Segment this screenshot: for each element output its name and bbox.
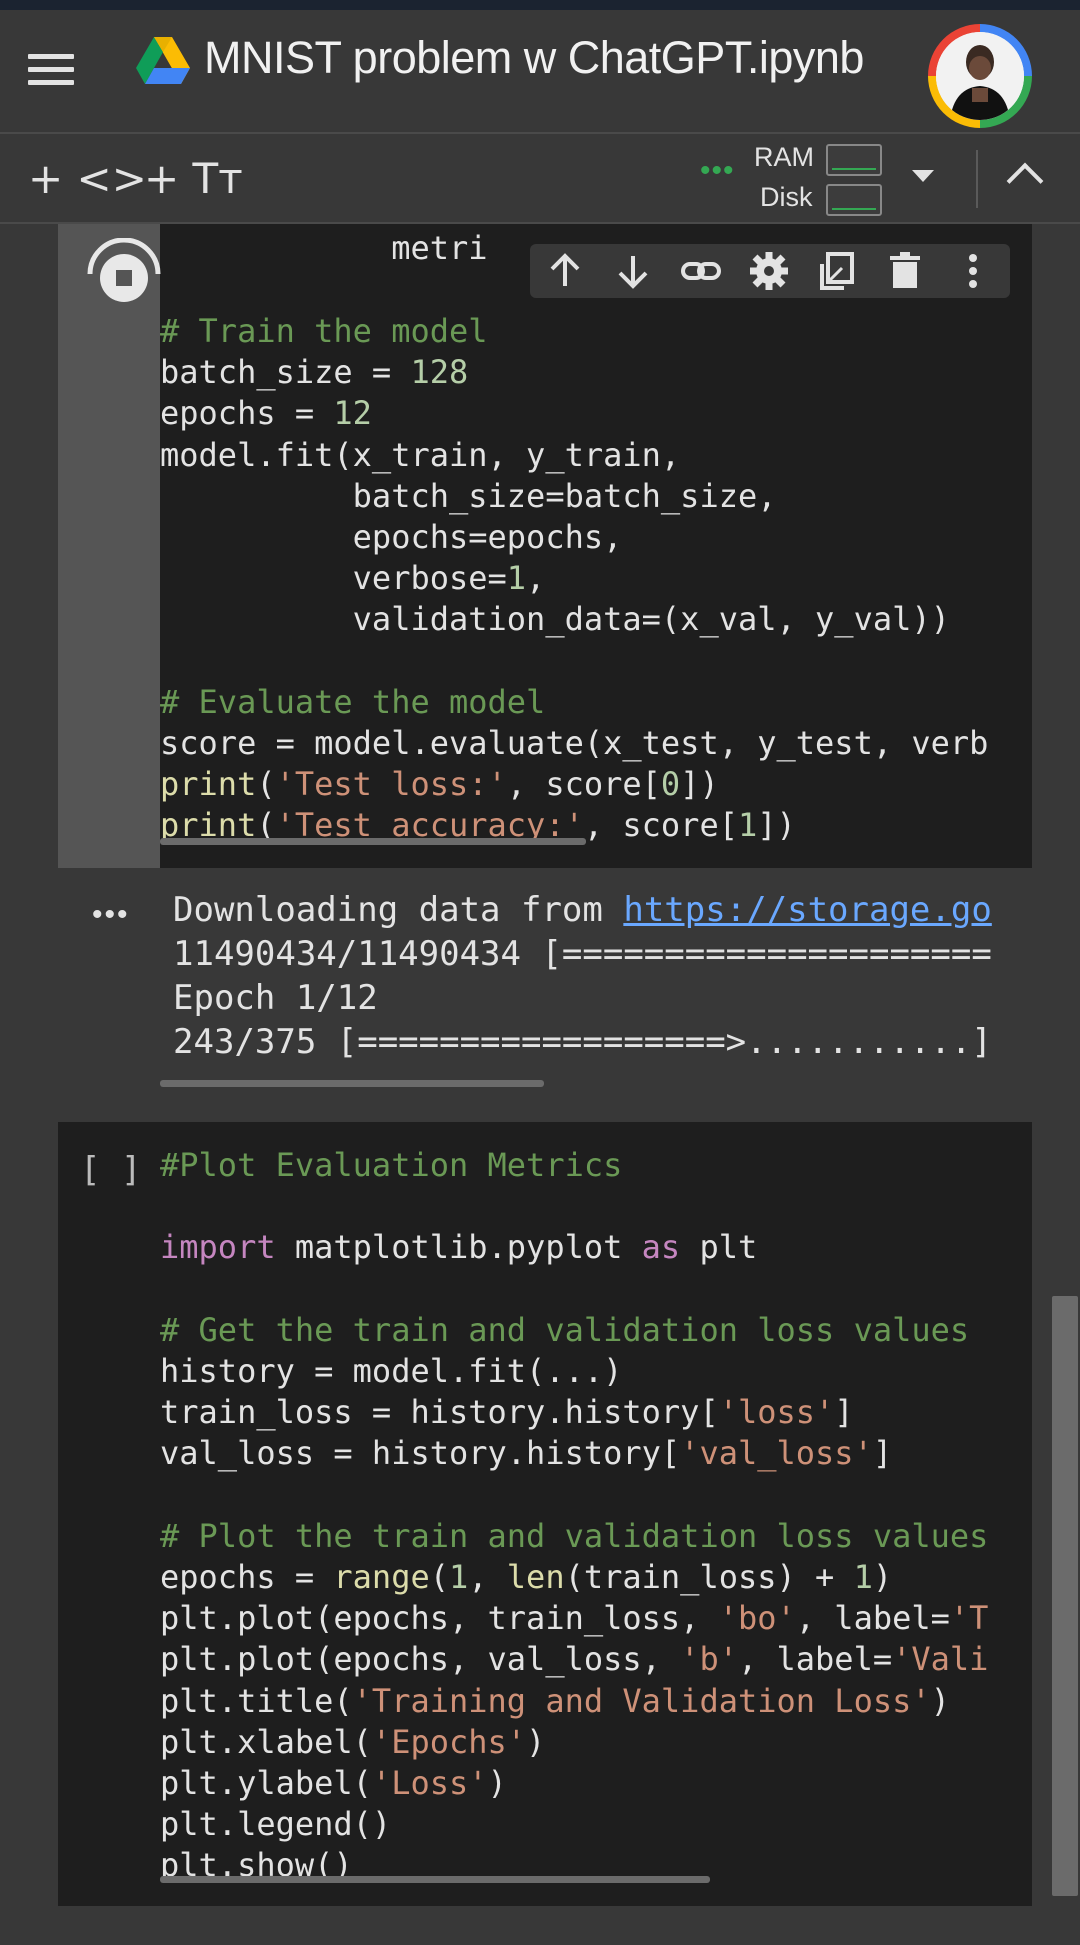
add-text-button[interactable]: + Tт — [144, 156, 243, 202]
code-line: plt.title('Training and Validation Loss'… — [160, 1681, 950, 1720]
disk-label: Disk — [760, 182, 813, 212]
cell-gutter — [58, 224, 160, 868]
output-horizontal-scrollbar[interactable] — [160, 1080, 544, 1087]
code-line: verbose=1, — [160, 559, 546, 598]
code-line: model.fit(x_train, y_train, — [160, 435, 681, 474]
top-bar: MNIST problem w ChatGPT.ipynb — [0, 10, 1080, 134]
code-line: plt.plot(epochs, train_loss, 'bo', label… — [160, 1599, 989, 1638]
more-vert-icon[interactable] — [952, 250, 994, 292]
code-line: #Plot Evaluation Metrics — [160, 1146, 623, 1184]
chevron-up-icon[interactable] — [1006, 162, 1044, 200]
ram-label: RAM — [754, 142, 814, 172]
output-line: Epoch 1/12 — [173, 978, 378, 1018]
cell2-horizontal-scrollbar[interactable] — [160, 1876, 710, 1883]
code-line: train_loss = history.history['loss'] — [160, 1393, 854, 1432]
menu-icon[interactable] — [26, 46, 76, 96]
system-status-strip — [0, 0, 1080, 10]
drive-icon — [136, 37, 190, 84]
toolbar-divider — [976, 150, 978, 208]
run-cell-button[interactable]: [ ] — [80, 1150, 141, 1190]
code-line: # Evaluate the model — [160, 682, 546, 721]
cell-toolbar — [530, 244, 1010, 298]
ram-meter[interactable] — [826, 144, 882, 176]
caret-down-icon[interactable] — [912, 170, 934, 182]
arrow-up-icon[interactable] — [544, 250, 586, 292]
code-line: history = model.fit(...) — [160, 1352, 623, 1391]
output-text: Downloading data from https://storage.go… — [173, 888, 1030, 1064]
code-line: epochs=epochs, — [160, 518, 623, 557]
code-editor-cell1[interactable]: # Train the model batch_size = 128 epoch… — [160, 311, 1018, 847]
code-line: plt.plot(epochs, val_loss, 'b', label='V… — [160, 1640, 989, 1679]
code-line: score = model.evaluate(x_test, y_test, v… — [160, 724, 989, 763]
avatar[interactable] — [928, 24, 1032, 128]
notebook-toolbar: + <> + Tт ••• RAM Disk — [0, 134, 1080, 224]
code-line: # Train the model — [160, 312, 488, 350]
code-line: batch_size=batch_size, — [160, 476, 777, 515]
output-line: 11490434/11490434 [===================== — [173, 934, 992, 974]
horizontal-scrollbar[interactable] — [160, 838, 586, 845]
code-line: batch_size = 128 — [160, 353, 469, 392]
vertical-scrollbar[interactable] — [1052, 1296, 1078, 1896]
code-line: epochs = range(1, len(train_loss) + 1) — [160, 1558, 893, 1597]
add-code-button[interactable]: + <> — [28, 156, 147, 202]
mirror-cell-icon[interactable] — [816, 250, 858, 292]
code-line: plt.legend() — [160, 1805, 392, 1844]
output-progress-line: 243/375 [==================>...........] — [173, 1022, 992, 1062]
disk-meter[interactable] — [826, 184, 882, 216]
avatar-photo — [936, 32, 1024, 120]
code-editor-cell2[interactable]: #Plot Evaluation Metrics import matplotl… — [160, 1145, 1018, 1887]
connected-status-icon: ••• — [700, 154, 735, 187]
output-menu-icon[interactable]: ••• — [92, 898, 130, 932]
code-line: print('Test loss:', score[0]) — [160, 765, 719, 804]
code-line: metri — [391, 229, 488, 267]
notebook-title[interactable]: MNIST problem w ChatGPT.ipynb — [204, 32, 864, 84]
arrow-down-icon[interactable] — [612, 250, 654, 292]
download-link[interactable]: https://storage.go — [623, 890, 991, 930]
code-line: import matplotlib.pyplot as plt — [160, 1228, 758, 1267]
output-line: Downloading data from — [173, 890, 624, 930]
code-line: plt.ylabel('Loss') — [160, 1764, 507, 1803]
code-line: val_loss = history.history['val_loss'] — [160, 1434, 893, 1473]
link-icon[interactable] — [680, 250, 722, 292]
gear-icon[interactable] — [748, 250, 790, 292]
code-line: # Get the train and validation loss valu… — [160, 1310, 970, 1349]
trash-icon[interactable] — [884, 250, 926, 292]
code-line: # Plot the train and validation loss val… — [160, 1516, 989, 1555]
code-line: validation_data=(x_val, y_val)) — [160, 600, 950, 639]
code-line: plt.xlabel('Epochs') — [160, 1722, 546, 1761]
code-line: epochs = 12 — [160, 394, 372, 433]
